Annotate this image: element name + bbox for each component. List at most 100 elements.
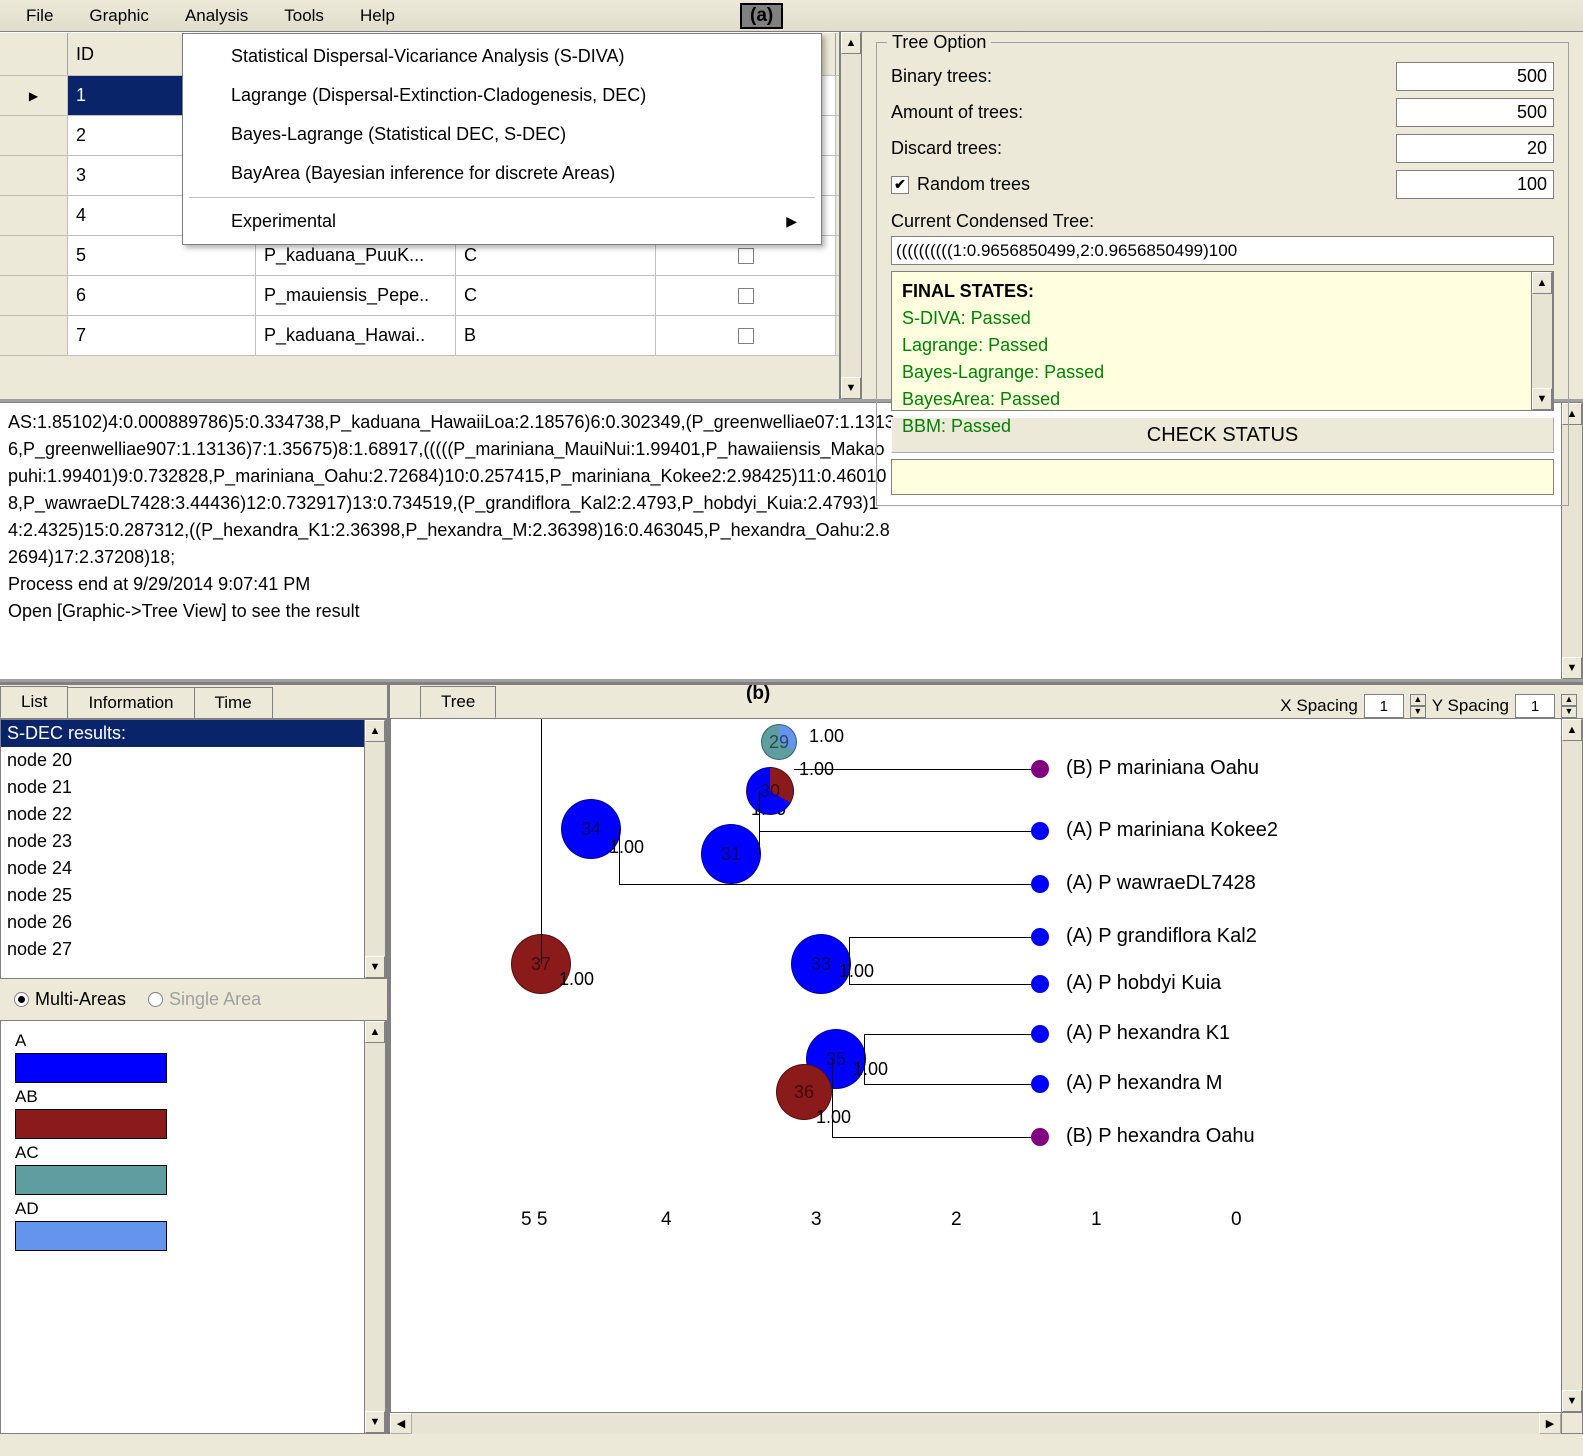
node-support-value: 1.00 bbox=[816, 1107, 851, 1128]
final-states-title: FINAL STATES: bbox=[902, 278, 1521, 305]
axis-tick: 2 bbox=[951, 1209, 962, 1231]
legend-item[interactable]: AC bbox=[15, 1143, 350, 1195]
radio-single-area[interactable]: Single Area bbox=[148, 989, 261, 1010]
legend-box: AABACAD ▲ ▼ bbox=[0, 1020, 387, 1434]
scroll-up-icon[interactable]: ▲ bbox=[365, 720, 385, 742]
tree-option-title: Tree Option bbox=[887, 32, 991, 53]
tab-information[interactable]: Information bbox=[67, 687, 194, 718]
tip-label: (A) P hobdyi Kuia bbox=[1066, 972, 1221, 995]
scroll-left-icon[interactable]: ◀ bbox=[390, 1413, 412, 1434]
legend-item[interactable]: AB bbox=[15, 1087, 350, 1139]
list-item[interactable]: node 20 bbox=[1, 747, 364, 774]
menu-tools[interactable]: Tools bbox=[266, 2, 342, 30]
dd-sdiva[interactable]: Statistical Dispersal-Vicariance Analysi… bbox=[183, 37, 821, 76]
binary-trees-label: Binary trees: bbox=[891, 66, 992, 87]
scroll-right-icon[interactable]: ▶ bbox=[1539, 1413, 1561, 1434]
scroll-down-icon[interactable]: ▼ bbox=[1532, 388, 1552, 410]
scroll-down-icon[interactable]: ▼ bbox=[1562, 657, 1582, 679]
node-support-value: 1.00 bbox=[609, 837, 644, 858]
list-item[interactable]: node 21 bbox=[1, 774, 364, 801]
tip-label: (B) P hexandra Oahu bbox=[1066, 1125, 1255, 1148]
menu-analysis[interactable]: Analysis bbox=[167, 2, 266, 30]
legend-item[interactable]: AD bbox=[15, 1199, 350, 1251]
scroll-down-icon[interactable]: ▼ bbox=[1562, 1390, 1582, 1412]
legend-scrollbar[interactable]: ▲ ▼ bbox=[364, 1021, 386, 1433]
axis-tick: 1 bbox=[1091, 1209, 1102, 1231]
tip-label: (A) P hexandra M bbox=[1066, 1072, 1222, 1095]
grid-scrollbar[interactable]: ▲ ▼ bbox=[840, 32, 862, 399]
yspacing-spinner[interactable]: ▲▼ bbox=[1561, 694, 1577, 718]
tip-dot[interactable] bbox=[1031, 822, 1049, 840]
menu-file[interactable]: File bbox=[8, 2, 71, 30]
table-row[interactable]: 7P_kaduana_Hawai..B bbox=[0, 316, 839, 356]
row-checkbox[interactable] bbox=[738, 288, 754, 304]
random-trees-label: Random trees bbox=[917, 174, 1030, 195]
list-item[interactable]: node 24 bbox=[1, 855, 364, 882]
menu-help[interactable]: Help bbox=[342, 2, 413, 30]
condensed-tree-input[interactable] bbox=[891, 236, 1554, 265]
scroll-down-icon[interactable]: ▼ bbox=[365, 956, 385, 978]
list-item[interactable]: node 23 bbox=[1, 828, 364, 855]
node-listbox[interactable]: S-DEC results:node 20node 21node 22node … bbox=[0, 719, 387, 979]
list-item[interactable]: node 25 bbox=[1, 882, 364, 909]
tree-vscrollbar[interactable]: ▲ ▼ bbox=[1561, 719, 1583, 1412]
amount-trees-input[interactable] bbox=[1396, 98, 1554, 127]
tip-dot[interactable] bbox=[1031, 928, 1049, 946]
dd-bayarea[interactable]: BayArea (Bayesian inference for discrete… bbox=[183, 154, 821, 193]
node-support-value: 1.00 bbox=[853, 1059, 888, 1080]
scroll-down-icon[interactable]: ▼ bbox=[841, 377, 861, 399]
tab-tree[interactable]: Tree bbox=[420, 686, 496, 718]
binary-trees-input[interactable] bbox=[1396, 62, 1554, 91]
status-bayesarea: BayesArea: Passed bbox=[902, 386, 1521, 413]
list-item[interactable]: node 27 bbox=[1, 936, 364, 963]
list-item[interactable]: node 26 bbox=[1, 909, 364, 936]
list-item[interactable]: node 22 bbox=[1, 801, 364, 828]
menu-graphic[interactable]: Graphic bbox=[71, 2, 167, 30]
yspacing-input[interactable] bbox=[1515, 694, 1555, 718]
dd-lagrange[interactable]: Lagrange (Dispersal-Extinction-Cladogene… bbox=[183, 76, 821, 115]
node-support-value: 1.00 bbox=[809, 726, 844, 747]
resize-grip-icon[interactable] bbox=[1561, 1412, 1583, 1434]
legend-item[interactable]: A bbox=[15, 1031, 350, 1083]
xspacing-input[interactable] bbox=[1364, 694, 1404, 718]
tip-dot[interactable] bbox=[1031, 875, 1049, 893]
scroll-up-icon[interactable]: ▲ bbox=[365, 1021, 385, 1043]
scroll-up-icon[interactable]: ▲ bbox=[1562, 719, 1582, 741]
table-row[interactable]: 6P_mauiensis_Pepe..C bbox=[0, 276, 839, 316]
random-trees-input[interactable] bbox=[1396, 170, 1554, 199]
xspacing-spinner[interactable]: ▲▼ bbox=[1410, 694, 1426, 718]
scroll-up-icon[interactable]: ▲ bbox=[1532, 272, 1552, 294]
status-scrollbar[interactable]: ▲ ▼ bbox=[1531, 272, 1553, 410]
row-checkbox[interactable] bbox=[738, 328, 754, 344]
analysis-dropdown: Statistical Dispersal-Vicariance Analysi… bbox=[182, 33, 822, 245]
amount-trees-label: Amount of trees: bbox=[891, 102, 1023, 123]
tip-dot[interactable] bbox=[1031, 1025, 1049, 1043]
yspacing-label: Y Spacing bbox=[1432, 696, 1509, 716]
internal-node[interactable]: 29 bbox=[761, 724, 797, 760]
tree-canvas[interactable]: (B) P mariniana Oahu(A) P mariniana Koke… bbox=[390, 719, 1561, 1412]
list-title: S-DEC results: bbox=[1, 720, 364, 747]
left-tabbar: List Information Time bbox=[0, 685, 387, 719]
radio-multi-areas[interactable]: Multi-Areas bbox=[14, 989, 126, 1010]
chevron-right-icon: ▶ bbox=[786, 213, 797, 230]
tab-time[interactable]: Time bbox=[194, 687, 273, 718]
scroll-up-icon[interactable]: ▲ bbox=[841, 32, 861, 54]
tree-hscrollbar[interactable]: ◀ ▶ bbox=[390, 1412, 1561, 1434]
tip-dot[interactable] bbox=[1031, 760, 1049, 778]
dd-bayeslagrange[interactable]: Bayes-Lagrange (Statistical DEC, S-DEC) bbox=[183, 115, 821, 154]
internal-node[interactable]: 30 bbox=[746, 767, 794, 815]
discard-trees-input[interactable] bbox=[1396, 134, 1554, 163]
tip-label: (A) P hexandra K1 bbox=[1066, 1022, 1230, 1045]
list-scrollbar[interactable]: ▲ ▼ bbox=[364, 720, 386, 978]
status-bayeslagrange: Bayes-Lagrange: Passed bbox=[902, 359, 1521, 386]
axis-tick: 0 bbox=[1231, 1209, 1242, 1231]
internal-node[interactable]: 31 bbox=[701, 824, 761, 884]
tip-dot[interactable] bbox=[1031, 975, 1049, 993]
random-trees-checkbox[interactable]: ✔ bbox=[891, 176, 909, 194]
row-checkbox[interactable] bbox=[738, 248, 754, 264]
tip-dot[interactable] bbox=[1031, 1075, 1049, 1093]
tab-list[interactable]: List bbox=[0, 686, 68, 718]
scroll-down-icon[interactable]: ▼ bbox=[365, 1411, 385, 1433]
tip-dot[interactable] bbox=[1031, 1128, 1049, 1146]
dd-experimental[interactable]: Experimental ▶ bbox=[183, 202, 821, 241]
